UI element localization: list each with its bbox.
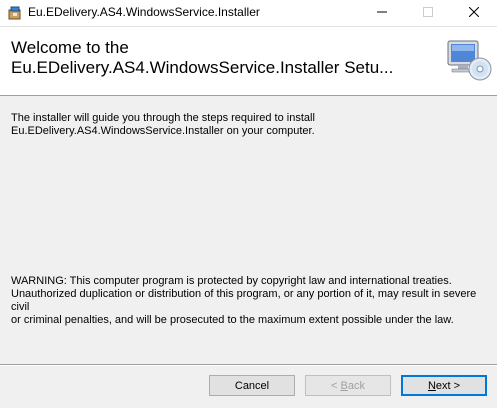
minimize-icon xyxy=(377,4,387,22)
page-title: Welcome to the Eu.EDelivery.AS4.WindowsS… xyxy=(11,38,394,77)
title-bar[interactable]: Eu.EDelivery.AS4.WindowsService.Installe… xyxy=(0,0,497,27)
maximize-icon xyxy=(423,4,433,22)
minimize-button[interactable] xyxy=(359,0,405,26)
close-icon xyxy=(468,4,480,22)
cancel-label: Cancel xyxy=(234,379,270,392)
close-button[interactable] xyxy=(451,0,497,26)
computer-cd-icon xyxy=(444,35,492,83)
next-label: Next > xyxy=(427,379,461,392)
back-button[interactable]: < Back xyxy=(305,375,391,396)
back-label: < Back xyxy=(331,379,365,392)
next-button[interactable]: Next > xyxy=(401,375,487,396)
maximize-button[interactable] xyxy=(405,0,451,26)
button-divider xyxy=(0,364,497,366)
copyright-warning: WARNING: This computer program is protec… xyxy=(11,275,477,326)
window-title: Eu.EDelivery.AS4.WindowsService.Installe… xyxy=(28,5,260,19)
intro-text: The installer will guide you through the… xyxy=(11,112,315,137)
header-banner: Welcome to the Eu.EDelivery.AS4.WindowsS… xyxy=(0,27,497,96)
cancel-button[interactable]: Cancel xyxy=(209,375,295,396)
installer-package-icon xyxy=(7,5,23,21)
installer-window: Eu.EDelivery.AS4.WindowsService.Installe… xyxy=(0,0,497,408)
